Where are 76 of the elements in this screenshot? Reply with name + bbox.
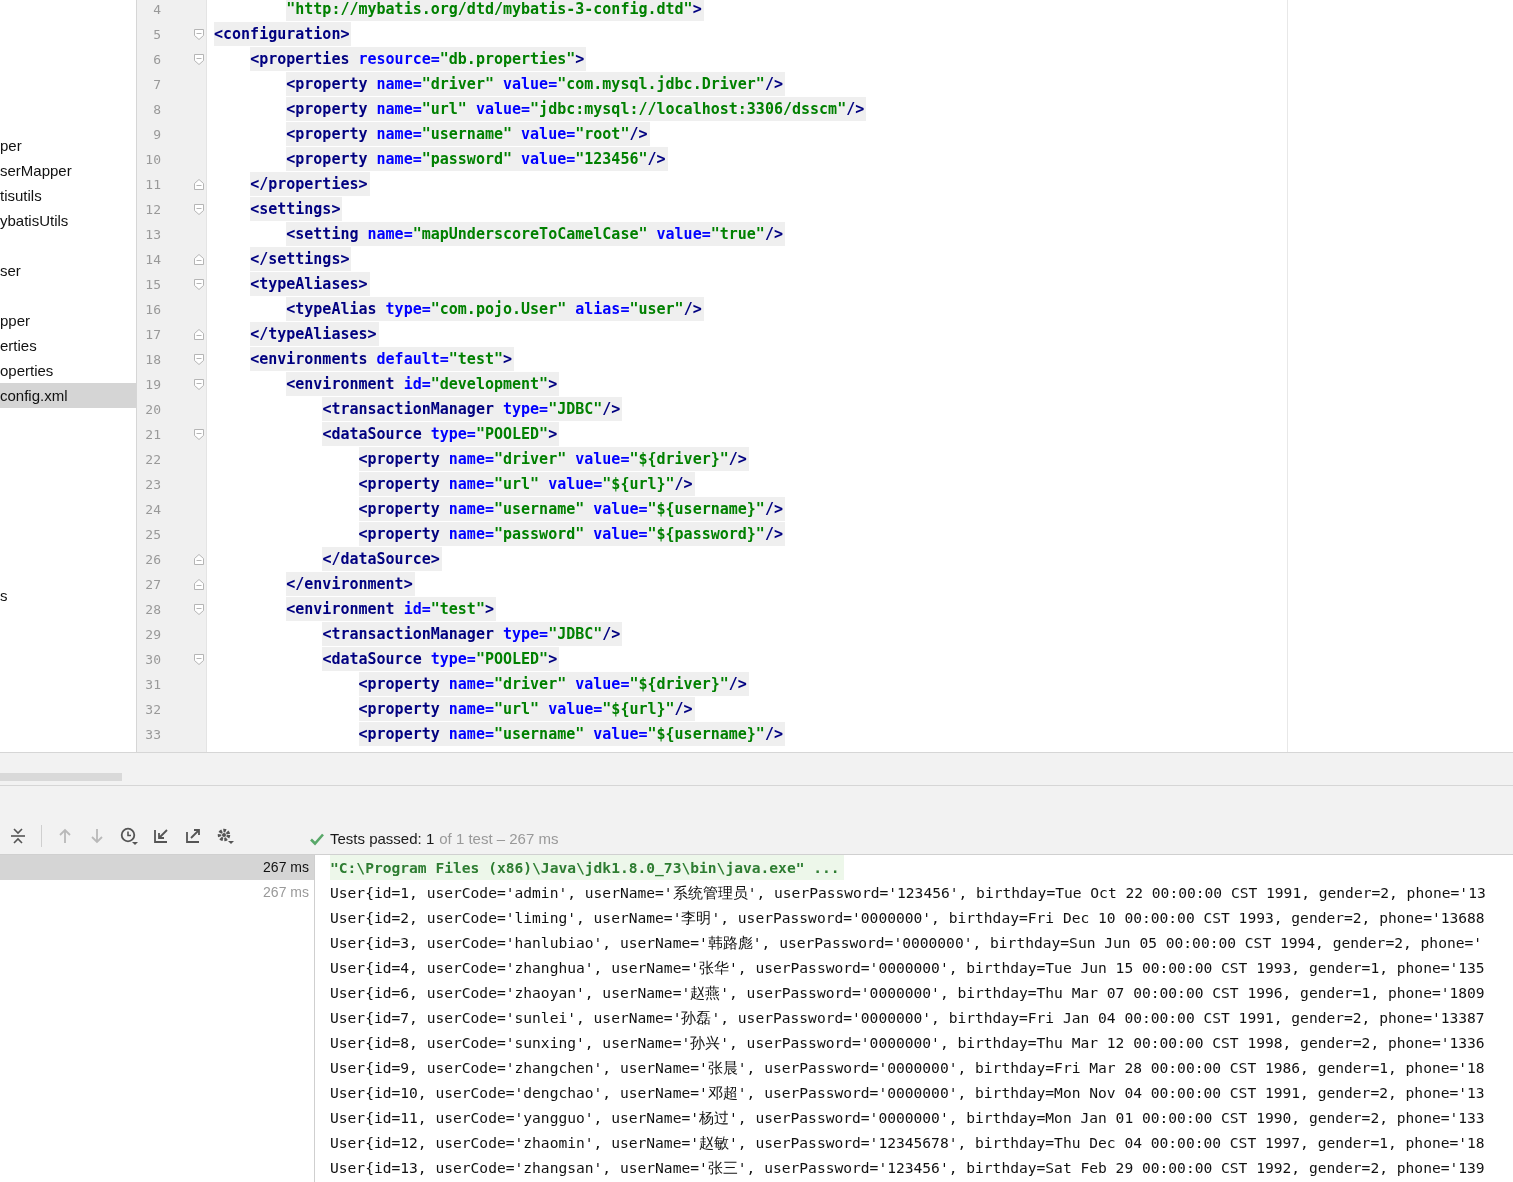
fold-icon[interactable]: [193, 28, 205, 41]
fold-icon[interactable]: [193, 203, 205, 216]
line-number: 19: [144, 377, 161, 392]
fold-icon[interactable]: [193, 603, 205, 616]
scrollbar[interactable]: [0, 773, 122, 781]
import-arrow-icon[interactable]: [152, 827, 170, 845]
line-number: 9: [152, 127, 161, 142]
tree-item[interactable]: s: [0, 583, 136, 608]
settings-icon[interactable]: [216, 827, 234, 845]
line-number: 17: [144, 327, 161, 342]
line-number: 22: [144, 452, 161, 467]
line-number: 7: [152, 77, 161, 92]
line-number: 15: [144, 277, 161, 292]
line-number: 16: [144, 302, 161, 317]
tree-item[interactable]: operties: [0, 358, 136, 383]
line-number: 18: [144, 352, 161, 367]
line-number: 25: [144, 527, 161, 542]
line-number: 6: [152, 52, 161, 67]
line-number: 30: [144, 652, 161, 667]
fold-icon[interactable]: [193, 653, 205, 666]
clock-icon[interactable]: [120, 827, 138, 845]
console-line: User{id=13, userCode='zhangsan', userName='张三', userPassword='123456', birthday=Sat Feb 29 00:00:00 CST 1992, gender=2, phone='139: [330, 1158, 1485, 1178]
line-number: 14: [144, 252, 161, 267]
line-number: 23: [144, 477, 161, 492]
console-line: User{id=12, userCode='zhaomin', userName='赵敏', userPassword='12345678', birthday=Thu Dec 04 00:00:00 CST 1997, gender=1, phone='18: [330, 1133, 1485, 1153]
console-line: User{id=7, userCode='sunlei', userName='孙磊', userPassword='0000000', birthday=Fri Jan 04 00:00:00 CST 1991, gender=2, phone='13387: [330, 1008, 1485, 1028]
test-duration[interactable]: 267 ms: [0, 855, 314, 880]
tree-item[interactable]: ser: [0, 258, 136, 283]
fold-icon[interactable]: [193, 53, 205, 66]
tree-item[interactable]: ybatisUtils: [0, 208, 136, 233]
fold-icon[interactable]: [193, 428, 205, 441]
line-number: 31: [144, 677, 161, 692]
fold-icon[interactable]: [193, 578, 205, 591]
fold-icon[interactable]: [193, 178, 205, 191]
console-line: User{id=3, userCode='hanlubiao', userName='韩路彪', userPassword='0000000', birthday=Sun Jun 05 00:00:00 CST 1994, gender=2, phone=': [330, 933, 1483, 953]
console-command: "C:\Program Files (x86)\Java\jdk1.8.0_73\bin\java.exe" ...: [330, 855, 844, 880]
tree-item[interactable]: serMapper: [0, 158, 136, 183]
fold-icon[interactable]: [193, 378, 205, 391]
line-number: 33: [144, 727, 161, 742]
line-number: 28: [144, 602, 161, 617]
line-number: 32: [144, 702, 161, 717]
line-number: 5: [152, 27, 161, 42]
line-number: 24: [144, 502, 161, 517]
tree-item[interactable]: tisutils: [0, 183, 136, 208]
line-number: 20: [144, 402, 161, 417]
line-number: 27: [144, 577, 161, 592]
line-number: 26: [144, 552, 161, 567]
line-number: 13: [144, 227, 161, 242]
fold-icon[interactable]: [193, 328, 205, 341]
line-number: 29: [144, 627, 161, 642]
fold-icon[interactable]: [193, 253, 205, 266]
tree-item[interactable]: per: [0, 133, 136, 158]
console-line: User{id=2, userCode='liming', userName='李明', userPassword='0000000', birthday=Fri Dec 10 00:00:00 CST 1993, gender=2, phone='13688: [330, 908, 1485, 928]
export-arrow-icon[interactable]: [184, 827, 202, 845]
tree-item[interactable]: erties: [0, 333, 136, 358]
console-line: User{id=1, userCode='admin', userName='系统管理员', userPassword='123456', birthday=Tue Oct 22 00:00:00 CST 1991, gender=2, phone='13: [330, 883, 1486, 903]
fold-icon[interactable]: [193, 278, 205, 291]
fold-icon[interactable]: [193, 553, 205, 566]
tree-item[interactable]: config.xml: [0, 383, 136, 408]
console-line: User{id=11, userCode='yangguo', userName='杨过', userPassword='0000000', birthday=Mon Jan 01 00:00:00 CST 1990, gender=2, phone='133: [330, 1108, 1485, 1128]
console-line: User{id=4, userCode='zhanghua', userName='张华', userPassword='0000000', birthday=Tue Jun 15 00:00:00 CST 1993, gender=1, phone='135: [330, 958, 1485, 978]
console-line: User{id=9, userCode='zhangchen', userName='张晨', userPassword='0000000', birthday=Fri Mar 28 00:00:00 CST 1986, gender=1, phone='18: [330, 1058, 1485, 1078]
test-summary: of 1 test – 267 ms: [439, 830, 559, 847]
fold-icon[interactable]: [193, 353, 205, 366]
line-number: 21: [144, 427, 161, 442]
line-number: 8: [152, 102, 161, 117]
line-number: 10: [144, 152, 161, 167]
tree-item[interactable]: pper: [0, 308, 136, 333]
collapse-all-icon[interactable]: [9, 827, 27, 845]
test-status: Tests passed: 1: [330, 830, 435, 847]
console-line: User{id=6, userCode='zhaoyan', userName='赵燕', userPassword='0000000', birthday=Thu Mar 07 00:00:00 CST 1996, gender=1, phone='1809: [330, 983, 1485, 1003]
line-number: 11: [144, 177, 161, 192]
line-number: 4: [152, 2, 161, 17]
console-line: User{id=8, userCode='sunxing', userName='孙兴', userPassword='0000000', birthday=Thu Mar 12 00:00:00 CST 1998, gender=2, phone='1336: [330, 1033, 1485, 1053]
console-line: User{id=10, userCode='dengchao', userName='邓超', userPassword='0000000', birthday=Mon Nov 04 00:00:00 CST 1991, gender=2, phone='13: [330, 1083, 1485, 1103]
line-number: 12: [144, 202, 161, 217]
